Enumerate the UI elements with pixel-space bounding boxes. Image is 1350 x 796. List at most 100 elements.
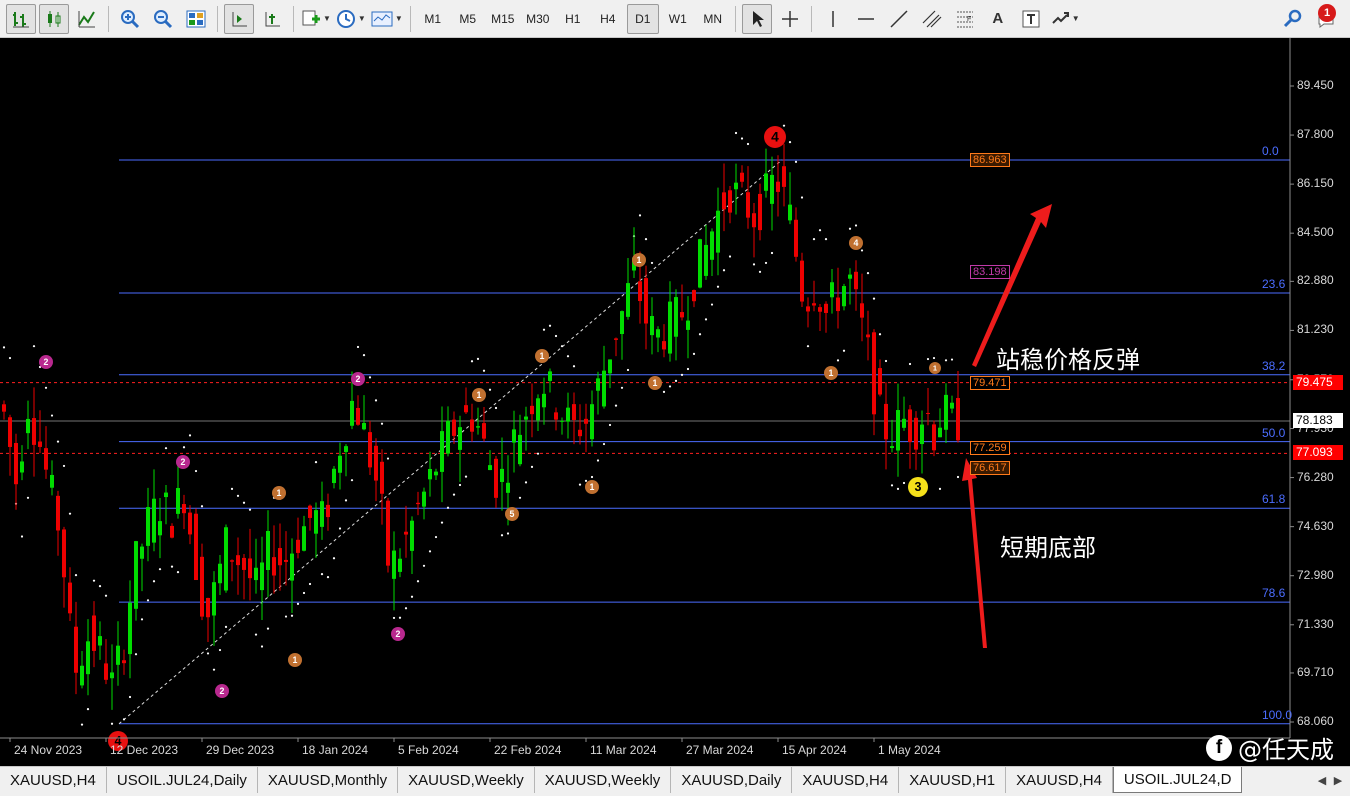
bear-candle xyxy=(530,405,534,415)
periods-button[interactable]: ▼ xyxy=(335,4,367,34)
bear-candle xyxy=(926,412,930,414)
sar-dot xyxy=(242,501,246,504)
sar-dot xyxy=(50,414,54,417)
sar-dot xyxy=(866,272,870,275)
timeframe-mn[interactable]: MN xyxy=(697,4,729,34)
timeframe-m30[interactable]: M30 xyxy=(522,4,554,34)
timeframe-w1[interactable]: W1 xyxy=(662,4,694,34)
tab-xauusd-h4[interactable]: XAUUSD,H4 xyxy=(792,767,900,793)
tile-windows-button[interactable] xyxy=(181,4,211,34)
auto-scroll-icon xyxy=(232,11,247,26)
bull-candle xyxy=(20,461,24,473)
timeframe-m5[interactable]: M5 xyxy=(452,4,484,34)
bear-candle xyxy=(32,418,36,445)
sar-dot xyxy=(110,722,114,725)
sar-dot xyxy=(524,481,528,484)
bull-candle xyxy=(686,320,690,330)
tab-xauusd-h1[interactable]: XAUUSD,H1 xyxy=(899,767,1007,793)
tab-xauusd-h4[interactable]: XAUUSD,H4 xyxy=(0,767,107,793)
search-button[interactable] xyxy=(1278,4,1308,34)
bar-chart-button[interactable] xyxy=(6,3,36,34)
tab-xauusd-h4[interactable]: XAUUSD,H4 xyxy=(1006,767,1113,793)
bear-candle xyxy=(8,417,12,447)
bear-candle xyxy=(692,290,696,302)
fib-value-label: 83.198 xyxy=(970,264,1010,279)
wave-label-minor-text: 2 xyxy=(220,686,225,696)
tab-usoil-daily-active[interactable]: USOIL.JUL24,D xyxy=(1112,767,1243,793)
zoom-out-button[interactable] xyxy=(148,4,178,34)
bear-candle xyxy=(416,502,420,505)
fibonacci-button[interactable]: F xyxy=(950,4,980,34)
bear-candle xyxy=(68,582,72,614)
sar-dot xyxy=(32,345,36,348)
sar-dot xyxy=(20,535,24,538)
bull-candle xyxy=(440,431,444,472)
bear-candle xyxy=(278,548,282,566)
tab-usoil-daily[interactable]: USOIL.JUL24,Daily xyxy=(107,767,258,793)
sar-dot xyxy=(860,249,864,252)
bear-candle xyxy=(854,271,858,290)
toolbar: ▼ ▼ ▼ M1 M5 M15 M30 H1 H4 D1 W1 MN F A ▼… xyxy=(0,0,1350,38)
sar-dot xyxy=(446,506,450,509)
tab-scroll-right-icon[interactable]: ▶ xyxy=(1330,771,1346,789)
trendline-button[interactable] xyxy=(884,4,914,34)
price-axis-label: 68.060 xyxy=(1297,714,1334,728)
tab-xauusd-daily[interactable]: XAUUSD,Daily xyxy=(671,767,793,793)
timeframe-h4[interactable]: H4 xyxy=(592,4,624,34)
crosshair-button[interactable] xyxy=(775,4,805,34)
sar-dot xyxy=(848,227,852,230)
cursor-button[interactable] xyxy=(741,3,772,34)
candlestick-chart-button[interactable] xyxy=(39,3,69,34)
bull-candle xyxy=(536,398,540,421)
tab-scroll-left-icon[interactable]: ◀ xyxy=(1314,771,1330,789)
chart-window[interactable]: 4432222211111111451 89.450 87.800 86.150 84… xyxy=(0,38,1350,766)
timeframe-h1[interactable]: H1 xyxy=(557,4,589,34)
indicators-button[interactable]: ▼ xyxy=(300,4,332,34)
sar-dot xyxy=(314,461,318,464)
tab-xauusd-weekly[interactable]: XAUUSD,Weekly xyxy=(535,767,672,793)
chart-shift-button[interactable] xyxy=(257,4,287,34)
annotation-rebound: 站稳价格反弹 xyxy=(996,346,1140,374)
equidistant-channel-button[interactable] xyxy=(917,4,947,34)
sar-dot xyxy=(752,263,756,266)
text-label-button[interactable] xyxy=(1016,4,1046,34)
sar-dot xyxy=(686,367,690,371)
vertical-line-button[interactable] xyxy=(818,4,848,34)
bull-candle xyxy=(98,636,102,646)
bull-candle xyxy=(788,204,792,221)
tab-xauusd-monthly[interactable]: XAUUSD,Monthly xyxy=(258,767,399,793)
sar-dot xyxy=(470,360,474,363)
notification-badge[interactable]: 1 xyxy=(1318,4,1336,22)
bear-candle xyxy=(182,504,186,514)
bull-candle xyxy=(458,427,462,450)
text-tool-button[interactable]: A xyxy=(983,4,1013,34)
sar-dot xyxy=(536,452,540,455)
horizontal-line-button[interactable] xyxy=(851,4,881,34)
bull-candle xyxy=(710,231,714,260)
current-price-tag: 77.093 xyxy=(1293,445,1343,461)
bull-candle xyxy=(350,400,354,426)
bull-candle xyxy=(338,455,342,473)
sar-dot xyxy=(572,365,576,368)
bull-candle xyxy=(596,378,600,391)
timeframe-m1[interactable]: M1 xyxy=(417,4,449,34)
sar-dot xyxy=(410,595,414,598)
auto-scroll-button[interactable] xyxy=(224,3,254,34)
bull-candle xyxy=(524,416,528,420)
sar-dot xyxy=(302,591,306,595)
tab-xauusd-weekly[interactable]: XAUUSD,Weekly xyxy=(398,767,535,793)
templates-button[interactable]: ▼ xyxy=(370,4,404,34)
zoom-in-button[interactable] xyxy=(115,4,145,34)
sar-dot xyxy=(692,352,696,355)
sar-dot xyxy=(944,359,948,362)
line-chart-button[interactable] xyxy=(72,4,102,34)
bull-candle xyxy=(410,520,414,551)
timeframe-m15[interactable]: M15 xyxy=(487,4,519,34)
price-chart[interactable]: 4432222211111111451 xyxy=(0,38,1350,766)
sar-dot xyxy=(104,594,108,597)
sar-dot xyxy=(44,386,48,389)
arrows-button[interactable]: ▼ xyxy=(1049,4,1081,34)
sar-dot xyxy=(806,345,810,348)
clock-icon xyxy=(336,9,355,28)
timeframe-d1[interactable]: D1 xyxy=(626,3,659,34)
